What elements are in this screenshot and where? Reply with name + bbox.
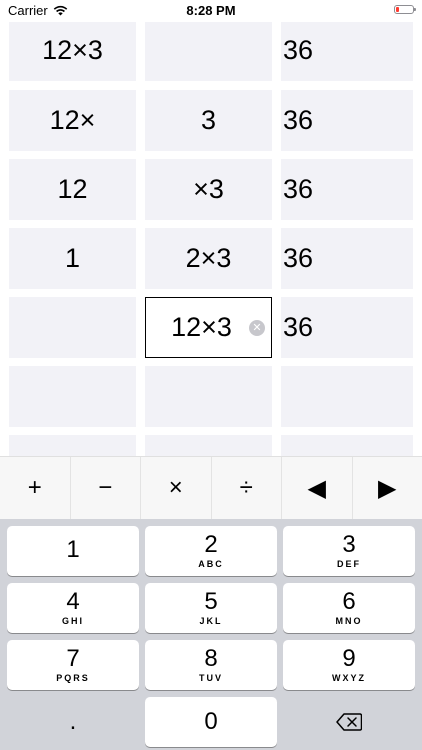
active-cell-input[interactable]: 12×3 ✕ — [145, 297, 272, 358]
key-decimal[interactable]: . — [7, 697, 139, 747]
cursor-left-button[interactable]: ◀ — [282, 457, 353, 519]
cell-text: 2×3 — [185, 243, 232, 273]
cell-text: 12×3 — [42, 35, 103, 65]
result-cell: 36 — [281, 20, 413, 81]
key-1[interactable]: 1 — [7, 526, 139, 576]
cell-left[interactable]: 12 — [9, 159, 136, 220]
cell-left[interactable] — [9, 297, 136, 358]
result-cell: 36 — [281, 297, 413, 358]
minus-button[interactable]: − — [71, 457, 141, 519]
plus-button[interactable]: + — [0, 457, 71, 519]
cell-right[interactable] — [145, 435, 272, 456]
result-cell — [281, 366, 413, 427]
key-0[interactable]: 0 — [145, 697, 277, 747]
key-7[interactable]: 7 PQRS — [7, 640, 139, 690]
key-letters: PQRS — [56, 673, 90, 683]
cell-left[interactable] — [9, 366, 136, 427]
key-digit: 2 — [204, 531, 218, 558]
cell-text: 3 — [200, 105, 217, 135]
key-letters: WXYZ — [332, 673, 366, 683]
backspace-button[interactable] — [283, 697, 415, 747]
key-6[interactable]: 6 MNO — [283, 583, 415, 633]
result-cell: 36 — [281, 159, 413, 220]
key-8[interactable]: 8 TUV — [145, 640, 277, 690]
key-digit: 5 — [204, 588, 218, 615]
key-5[interactable]: 5 JKL — [145, 583, 277, 633]
key-letters: TUV — [199, 673, 223, 683]
expression-grid: 12×3 36 12× 3 36 12 ×3 36 1 2×3 36 12×3 … — [0, 0, 422, 456]
cell-right[interactable]: 3 — [145, 90, 272, 151]
battery-level — [396, 7, 399, 12]
cell-left[interactable]: 1 — [9, 228, 136, 289]
result-text: 36 — [283, 35, 314, 65]
backspace-icon — [336, 713, 362, 731]
key-digit: . — [69, 708, 77, 735]
cell-left[interactable] — [9, 435, 136, 456]
numeric-keypad: 1 2 ABC 3 DEF 4 GHI 5 JKL 6 MNO 7 PQRS 8 TUV 9W… — [0, 519, 422, 750]
cursor-right-button[interactable]: ▶ — [353, 457, 422, 519]
cell-right[interactable]: 2×3 — [145, 228, 272, 289]
battery-low-icon — [394, 5, 416, 14]
status-bar: Carrier 8:28 PM — [0, 0, 422, 22]
key-digit: 0 — [204, 708, 218, 735]
result-cell — [281, 435, 413, 456]
cell-left[interactable]: 12× — [9, 90, 136, 151]
result-text: 36 — [283, 243, 314, 273]
key-digit: 9 — [342, 645, 356, 672]
key-digit: 7 — [66, 645, 80, 672]
key-letters: ABC — [198, 559, 224, 569]
divide-button[interactable]: ÷ — [212, 457, 282, 519]
key-2[interactable]: 2 ABC — [145, 526, 277, 576]
key-letters: MNO — [335, 616, 363, 626]
result-text: 36 — [283, 105, 314, 135]
cell-right[interactable] — [145, 366, 272, 427]
result-cell: 36 — [281, 90, 413, 151]
key-letters: JKL — [199, 616, 223, 626]
key-digit: 8 — [204, 645, 218, 672]
multiply-button[interactable]: × — [141, 457, 212, 519]
cell-right[interactable] — [145, 20, 272, 81]
key-letters: GHI — [61, 616, 84, 626]
result-text: 36 — [283, 174, 314, 204]
cell-text: 1 — [64, 243, 81, 273]
cell-text: ×3 — [193, 174, 224, 204]
cell-left[interactable]: 12×3 — [9, 20, 136, 81]
cell-text: 12 — [57, 174, 88, 204]
key-digit: 1 — [66, 536, 80, 563]
key-digit: 6 — [342, 588, 356, 615]
key-letters: DEF — [337, 559, 361, 569]
key-3[interactable]: 3 DEF — [283, 526, 415, 576]
cell-right[interactable]: ×3 — [145, 159, 272, 220]
key-9[interactable]: 9 WXYZ — [283, 640, 415, 690]
cell-text: 12×3 — [171, 312, 232, 342]
result-text: 36 — [283, 312, 314, 342]
cell-text: 12× — [49, 105, 96, 135]
key-digit: 3 — [342, 531, 356, 558]
key-4[interactable]: 4 GHI — [7, 583, 139, 633]
key-digit: 4 — [66, 588, 80, 615]
result-cell: 36 — [281, 228, 413, 289]
operator-toolbar: + − × ÷ ◀ ▶ — [0, 456, 422, 519]
status-time: 8:28 PM — [186, 3, 236, 18]
clear-circle-icon[interactable]: ✕ — [249, 319, 265, 336]
